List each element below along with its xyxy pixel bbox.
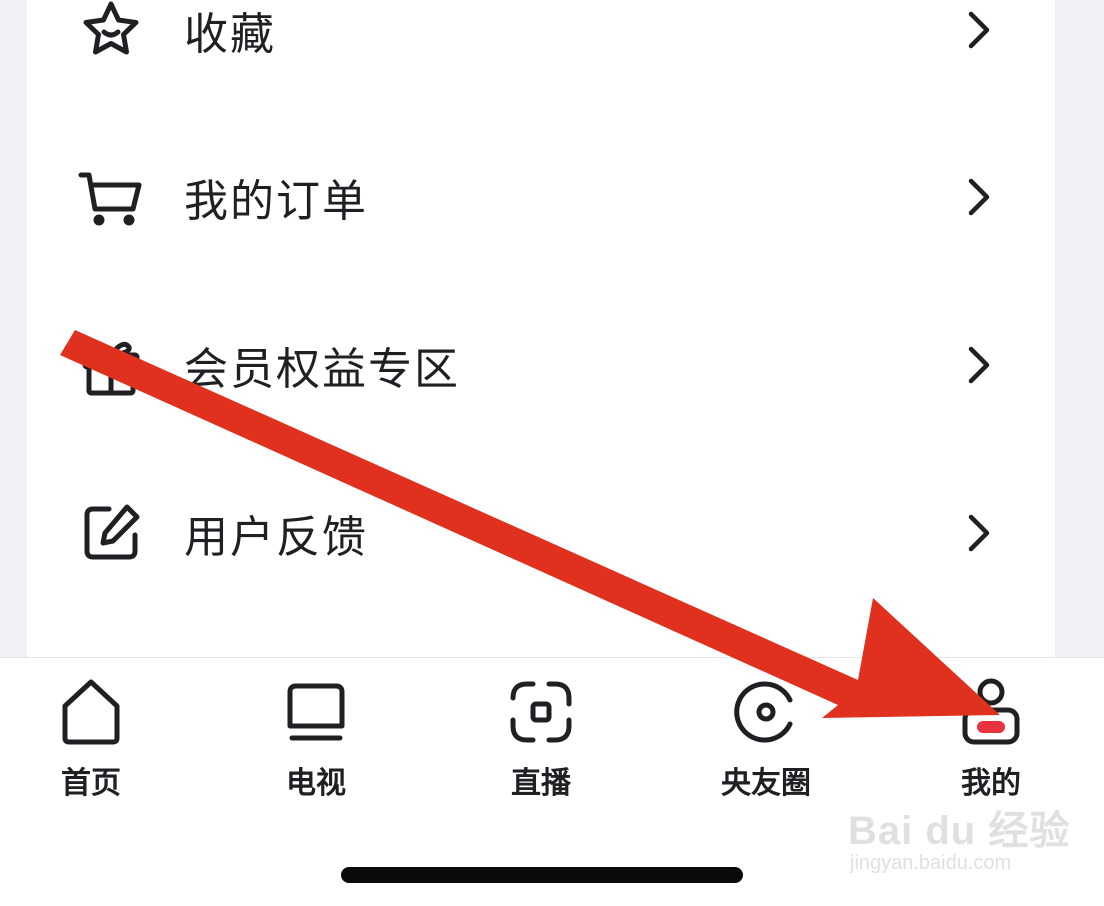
baidu-jingyan-watermark: Bai du 经验 jingyan.baidu.com (848, 790, 1069, 885)
tab-label: 电视 (286, 766, 346, 801)
chevron-right-icon (961, 511, 995, 555)
tab-label: 直播 (511, 766, 571, 801)
star-icon (77, 0, 145, 64)
tab-home[interactable]: 首页 (21, 676, 161, 806)
gift-icon (77, 331, 145, 399)
menu-item-user-feedback[interactable]: 用户反馈 (27, 468, 1055, 598)
tv-icon (280, 676, 352, 748)
menu-item-label: 会员权益专区 (184, 344, 460, 395)
menu-item-favorites[interactable]: 收藏 (27, 0, 1055, 95)
menu-item-member-benefits[interactable]: 会员权益专区 (27, 300, 1055, 430)
tab-tv[interactable]: 电视 (246, 676, 386, 806)
menu-item-my-orders[interactable]: 我的订单 (27, 132, 1055, 262)
cart-icon (77, 163, 145, 231)
tab-label: 首页 (61, 766, 121, 801)
tab-mine[interactable]: 我的 (921, 676, 1061, 806)
menu-item-label: 我的订单 (184, 176, 368, 227)
live-icon (505, 676, 577, 748)
home-icon (55, 676, 127, 748)
tab-yangyouquan[interactable]: 央友圈 (696, 676, 836, 806)
chevron-right-icon (961, 8, 995, 52)
menu-item-label: 用户反馈 (184, 512, 368, 563)
tab-live[interactable]: 直播 (471, 676, 611, 806)
tab-label: 央友圈 (721, 766, 811, 801)
menu-card: 收藏 我的订单 会员权益专区 用户反馈 (27, 0, 1055, 657)
chevron-right-icon (961, 175, 995, 219)
watermark-logo: Bai du 经验 (848, 809, 1071, 853)
chevron-right-icon (961, 343, 995, 387)
profile-icon (955, 676, 1027, 748)
watermark-url: jingyan.baidu.com (850, 852, 1012, 874)
home-indicator (341, 867, 743, 883)
menu-item-label: 收藏 (184, 9, 276, 60)
edit-icon (77, 499, 145, 567)
circle-icon (730, 676, 802, 748)
